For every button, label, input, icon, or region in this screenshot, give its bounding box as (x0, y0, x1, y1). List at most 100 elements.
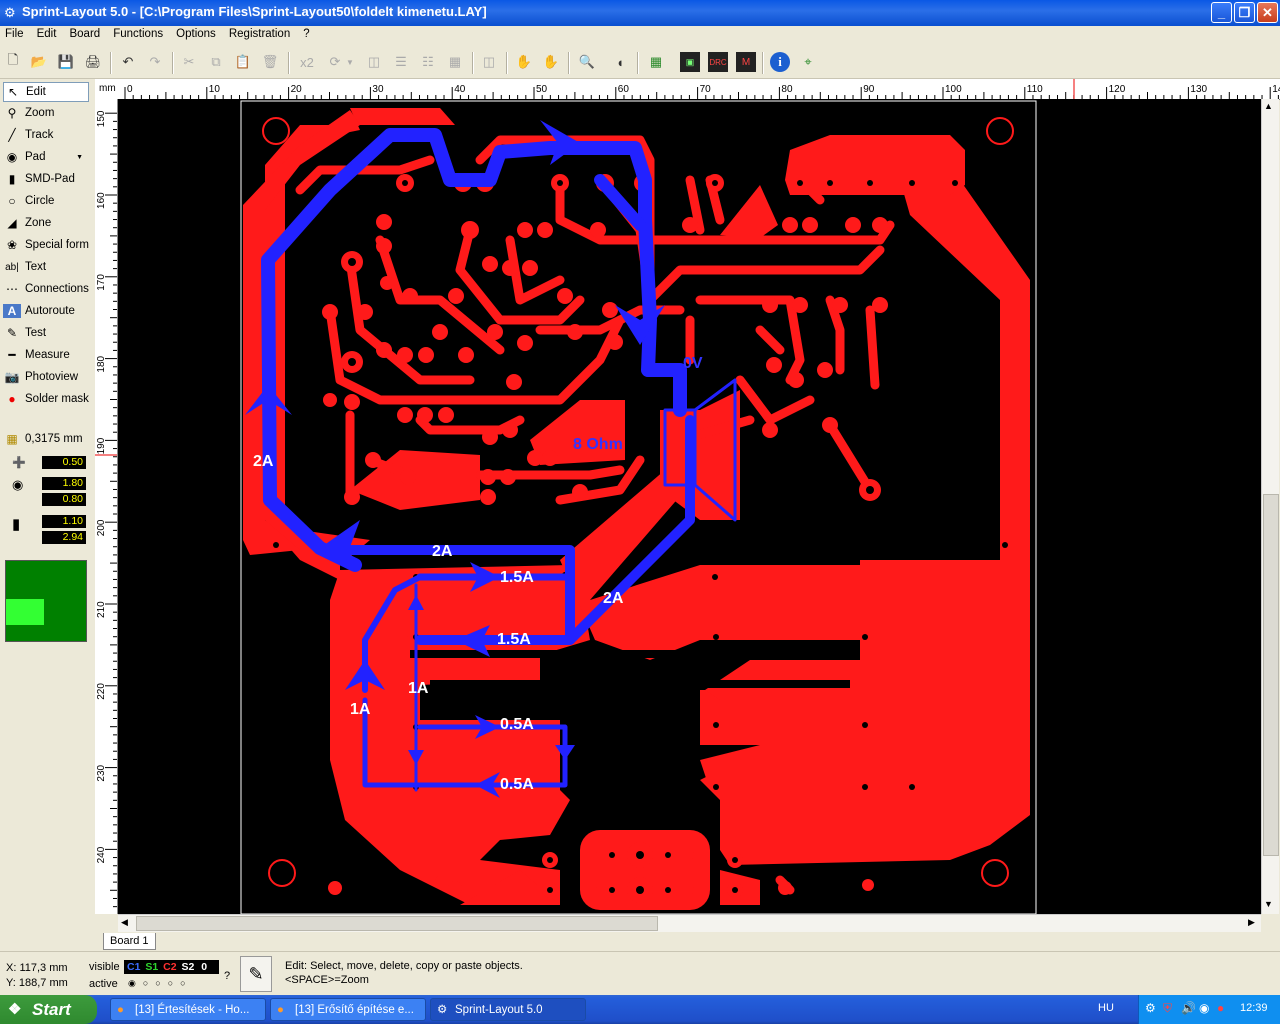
zoom-icon[interactable]: 🔍 (577, 52, 597, 72)
close-button[interactable]: ✕ (1257, 2, 1278, 23)
menu-edit[interactable]: Edit (32, 26, 62, 40)
tool-smd-pad[interactable]: ▮ SMD-Pad (3, 169, 89, 189)
tool-circle[interactable]: ○ Circle (3, 191, 89, 211)
macro-icon[interactable]: M (736, 52, 756, 72)
language-indicator[interactable]: HU (1098, 1002, 1114, 1014)
pad-dropdown-icon[interactable]: ▼ (76, 154, 83, 161)
scroll-left-icon[interactable]: ◀ (121, 917, 128, 928)
copy-icon[interactable]: ⧉ (206, 52, 226, 72)
task-sprint-layout[interactable]: ⚙ Sprint-Layout 5.0 (430, 998, 586, 1021)
tool-solder-mask[interactable]: ● Solder mask (3, 389, 89, 409)
network-icon[interactable]: ⚙ (1145, 1001, 1156, 1015)
align-icon[interactable]: ☰ (391, 52, 411, 72)
layer-c2[interactable]: C2 (163, 961, 176, 973)
smd-width-setting: ▮ 1.10 (8, 515, 88, 533)
active-label: active (89, 978, 118, 990)
lock-icon[interactable]: ✋ (514, 52, 534, 72)
new-file-icon[interactable]: 🗋 (3, 52, 23, 72)
tool-special-form[interactable]: ❀ Special form (3, 235, 89, 255)
menu-help[interactable]: ? (298, 26, 314, 40)
layer-preview[interactable] (5, 560, 87, 642)
pcb-drawing[interactable]: 0V 8 Ohm 2A 2A 2A 1.5A 1.5A 1A 1A 0.5A 0… (118, 99, 1261, 914)
tool-zoom-label: Zoom (25, 107, 55, 119)
task-firefox-1[interactable]: ● [13] Értesítések - Ho... (110, 998, 266, 1021)
grid-setting[interactable]: ▦ 0,3175 mm (3, 429, 89, 449)
distribute-icon[interactable]: ☷ (418, 52, 438, 72)
tool-pad[interactable]: ◉ Pad ▼ (3, 147, 89, 167)
open-folder-icon[interactable]: 📂 (29, 52, 49, 72)
mirror-icon[interactable]: ◫ (364, 52, 384, 72)
rotate-dropdown-icon[interactable]: ▼ (345, 52, 355, 72)
volume-icon[interactable]: 🔊 (1181, 1001, 1196, 1015)
layer-help[interactable]: ? (224, 970, 230, 982)
active-layer-radios[interactable]: ◉○○○○ (128, 978, 193, 989)
crop-icon[interactable]: ⌖ (798, 52, 818, 72)
vertical-scrollbar[interactable]: ▲ ▼ (1261, 99, 1279, 914)
undo-icon[interactable]: ↶ (118, 52, 138, 72)
print-icon[interactable]: 🖨 (83, 52, 103, 72)
horizontal-scrollbar[interactable]: ◀ ▶ (118, 914, 1261, 932)
autoroute-icon[interactable]: ▦ (646, 52, 666, 72)
scroll-up-icon[interactable]: ▲ (1264, 101, 1273, 111)
minimize-button[interactable]: _ (1211, 2, 1232, 23)
x-value: 117,3 mm (19, 962, 68, 974)
menu-options[interactable]: Options (171, 26, 221, 40)
ruler-top-label: 30 (372, 84, 384, 95)
scroll-right-icon[interactable]: ▶ (1248, 917, 1255, 928)
duplicate-icon[interactable]: x2 (295, 52, 319, 72)
scroll-down-icon[interactable]: ▼ (1264, 899, 1273, 909)
save-icon[interactable]: 💾 (56, 52, 76, 72)
autoroute-a-icon: A (3, 304, 21, 318)
pad-outer-field[interactable]: 1.80 (42, 477, 86, 490)
tool-edit[interactable]: ↖ Edit (3, 82, 89, 102)
menu-functions[interactable]: Functions (108, 26, 168, 40)
task-firefox-2[interactable]: ● [13] Erősítő építése e... (270, 998, 426, 1021)
menu-file[interactable]: File (0, 26, 29, 40)
tool-photoview[interactable]: 📷 Photoview (3, 367, 89, 387)
menu-board[interactable]: Board (64, 26, 105, 40)
transparency-icon[interactable]: ◖ (610, 52, 630, 72)
tool-zoom[interactable]: ⚲ Zoom (3, 103, 89, 123)
start-button[interactable]: ❖ Start (0, 995, 97, 1024)
test-icon[interactable]: ▣ (680, 52, 700, 72)
horizontal-scroll-thumb[interactable] (136, 916, 658, 931)
vertical-scroll-thumb[interactable] (1263, 494, 1279, 856)
menu-registration[interactable]: Registration (224, 26, 295, 40)
tool-connections[interactable]: ⋯ Connections (3, 279, 89, 299)
cut-icon[interactable]: ✂ (179, 52, 199, 72)
ruler-left-label: 220 (96, 683, 107, 700)
pcb-canvas[interactable]: 0V 8 Ohm 2A 2A 2A 1.5A 1.5A 1A 1A 0.5A 0… (118, 99, 1261, 914)
track-width-field[interactable]: 0.50 (42, 456, 86, 469)
drc-icon[interactable]: DRC (708, 52, 728, 72)
tool-test[interactable]: ✎ Test (3, 323, 89, 343)
layer-visibility[interactable]: C1 S1 C2 S2 0 (124, 960, 219, 974)
layer-c1[interactable]: C1 (127, 961, 140, 973)
layer-0[interactable]: 0 (201, 961, 207, 973)
info-icon[interactable]: i (770, 52, 790, 72)
tool-autoroute[interactable]: A Autoroute (3, 301, 89, 321)
bluetooth-icon[interactable]: ● (1217, 1001, 1224, 1015)
paste-icon[interactable]: 📋 (233, 52, 253, 72)
smd-width-field[interactable]: 1.10 (42, 515, 86, 528)
tool-zone[interactable]: ◢ Zone (3, 213, 89, 233)
tool-text[interactable]: ab| Text (3, 257, 89, 277)
tool-track[interactable]: ╱ Track (3, 125, 89, 145)
delete-icon[interactable]: 🗑 (260, 52, 280, 72)
shield-icon[interactable]: ⛨ (1163, 1001, 1172, 1016)
antivirus-icon[interactable]: ◉ (1199, 1001, 1209, 1015)
tool-measure[interactable]: ━ Measure (3, 345, 89, 365)
layer-icon[interactable]: ◫ (479, 52, 499, 72)
layer-s1[interactable]: S1 (145, 961, 158, 973)
layer-s2[interactable]: S2 (181, 961, 194, 973)
rotate-icon[interactable]: ⟳ (325, 52, 345, 72)
ruler-top-label: 10 (209, 84, 221, 95)
smd-height-field[interactable]: 2.94 (42, 531, 86, 544)
firefox-icon-2: ● (277, 1004, 284, 1016)
pad-inner-field[interactable]: 0.80 (42, 493, 86, 506)
restore-button[interactable]: ❐ (1234, 2, 1255, 23)
tab-board-1[interactable]: Board 1 (103, 933, 156, 950)
label-0v: 0V (683, 355, 703, 372)
group-icon[interactable]: ▦ (445, 52, 465, 72)
unlock-icon[interactable]: ✋ (541, 52, 561, 72)
redo-icon[interactable]: ↷ (145, 52, 165, 72)
